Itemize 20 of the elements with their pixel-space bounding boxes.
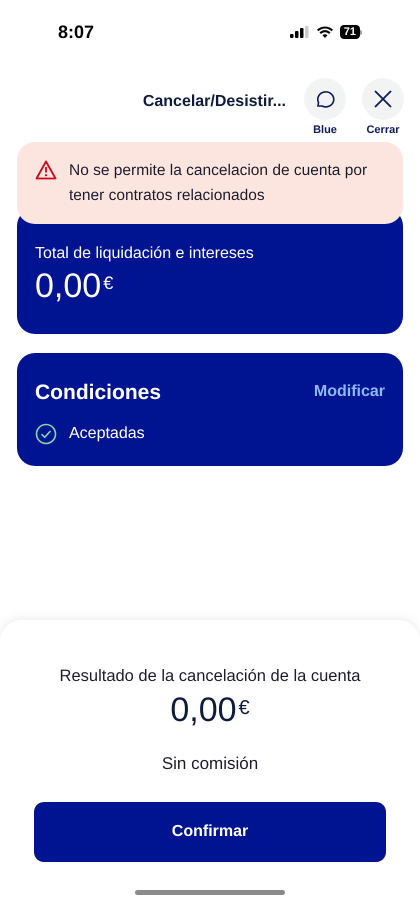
close-button[interactable] xyxy=(362,78,404,120)
page-title: Cancelar/Desistir... xyxy=(142,92,286,112)
summary-label: Resultado de la cancelación de la cuenta xyxy=(60,666,360,687)
wifi-icon xyxy=(316,26,334,38)
total-amount: 0,00€ xyxy=(35,266,114,306)
conditions-title: Condiciones xyxy=(35,380,162,406)
action-label: Cerrar xyxy=(366,123,400,138)
confirm-button[interactable]: Confirmar xyxy=(34,802,386,862)
conditions-status: Aceptadas xyxy=(69,424,145,444)
action-label: Blue xyxy=(313,123,337,138)
total-label: Total de liquidación e intereses xyxy=(35,244,255,264)
modify-link[interactable]: Modificar xyxy=(314,380,385,404)
warning-icon xyxy=(35,160,57,180)
chat-button[interactable] xyxy=(304,78,346,120)
status-time: 8:07 xyxy=(58,20,94,44)
battery-indicator: 71 xyxy=(340,25,362,39)
commission-note: Sin comisión xyxy=(162,752,258,775)
alert-message: No se permite la cancelacion de cuenta por tener contratos relacionados xyxy=(69,160,368,206)
summary-amount: 0,00€ xyxy=(170,690,250,731)
signal-icon xyxy=(290,26,310,38)
